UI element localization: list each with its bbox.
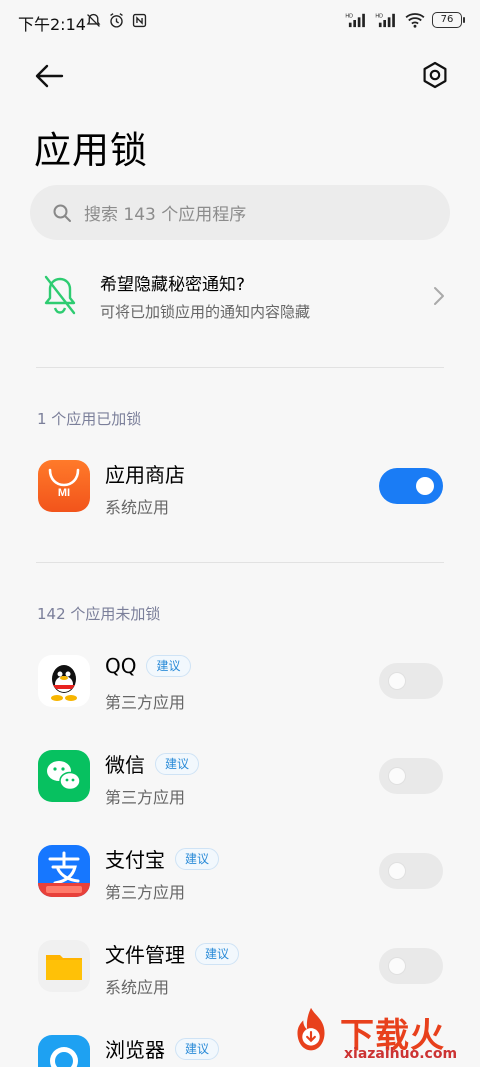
app-type: 第三方应用 [105,788,186,807]
suggest-badge: 建议 [146,655,191,677]
app-name: 应用商店 [105,463,185,487]
suggest-badge: 建议 [155,752,200,775]
search-icon [53,204,71,222]
app-row-qq: QQ 建议 第三方应用 [0,654,480,735]
lock-toggle-wechat[interactable] [379,758,443,794]
back-button[interactable] [32,60,68,92]
app-type: 系统应用 [105,978,170,997]
app-name: 浏览器 [105,1038,165,1062]
signal-hd-icon: HD [345,13,365,28]
notice-title: 希望隐藏秘密通知? [100,275,246,295]
page-title: 应用锁 [34,129,148,172]
lock-toggle-alipay[interactable] [379,853,443,889]
app-row-alipay: 支付宝 建议 第三方应用 [0,845,480,925]
alarm-icon [110,13,123,28]
svg-text:MI: MI [58,487,70,499]
suggest-badge: 建议 [175,847,220,870]
unlocked-section-label: 142 个应用未加锁 [37,605,161,623]
app-type: 系统应用 [105,498,170,517]
mi-store-icon: MI [38,460,90,512]
wechat-icon [38,750,90,802]
settings-icon [423,61,447,89]
suggest-badge: 建议 [195,942,240,965]
back-arrow-icon [35,64,64,88]
app-name: 支付宝 [105,848,165,872]
hide-notification-row[interactable]: 希望隐藏秘密通知? 可将已加锁应用的通知内容隐藏 [0,255,480,345]
lock-toggle-file-manager[interactable] [379,948,443,984]
nfc-icon [132,13,147,28]
app-name: QQ [105,654,137,678]
mute-icon [86,13,101,27]
app-type: 第三方应用 [105,883,186,902]
lock-toggle-app-store[interactable] [379,468,443,504]
suggest-badge: 建议 [175,1037,220,1060]
svg-text:HD: HD [345,13,353,19]
browser-icon [38,1035,90,1067]
chevron-right-icon [434,287,444,305]
app-row-wechat: 微信 建议 第三方应用 [0,750,480,830]
battery-icon: 76 [432,12,465,28]
notification-off-icon [44,275,76,315]
alipay-icon [38,845,90,897]
divider [36,562,444,563]
lock-toggle-qq[interactable] [379,663,443,699]
watermark-url: xiazaihuo.com [344,1046,458,1062]
status-time: 下午2:14 [18,15,86,34]
search-placeholder: 搜索 143 个应用程序 [84,205,247,225]
file-manager-icon [38,940,90,992]
settings-button[interactable] [420,60,450,90]
locked-section-label: 1 个应用已加锁 [37,410,142,428]
divider [36,367,444,368]
watermark-logo: 下载火 xiazaihuo.com [282,1004,477,1064]
app-row-app-store: MI 应用商店 系统应用 [0,460,480,540]
app-type: 第三方应用 [105,693,186,712]
notice-subtitle: 可将已加锁应用的通知内容隐藏 [100,303,311,321]
signal-hd-icon: HD [375,13,395,28]
search-input[interactable]: 搜索 143 个应用程序 [30,185,450,240]
app-name: 微信 [105,753,145,777]
qq-icon [38,655,90,707]
status-bar: 下午2:14 HD HD 76 [0,0,480,42]
app-name: 文件管理 [105,943,185,967]
flame-logo-icon [297,1007,325,1051]
svg-text:HD: HD [375,13,383,19]
wifi-icon [405,13,425,28]
